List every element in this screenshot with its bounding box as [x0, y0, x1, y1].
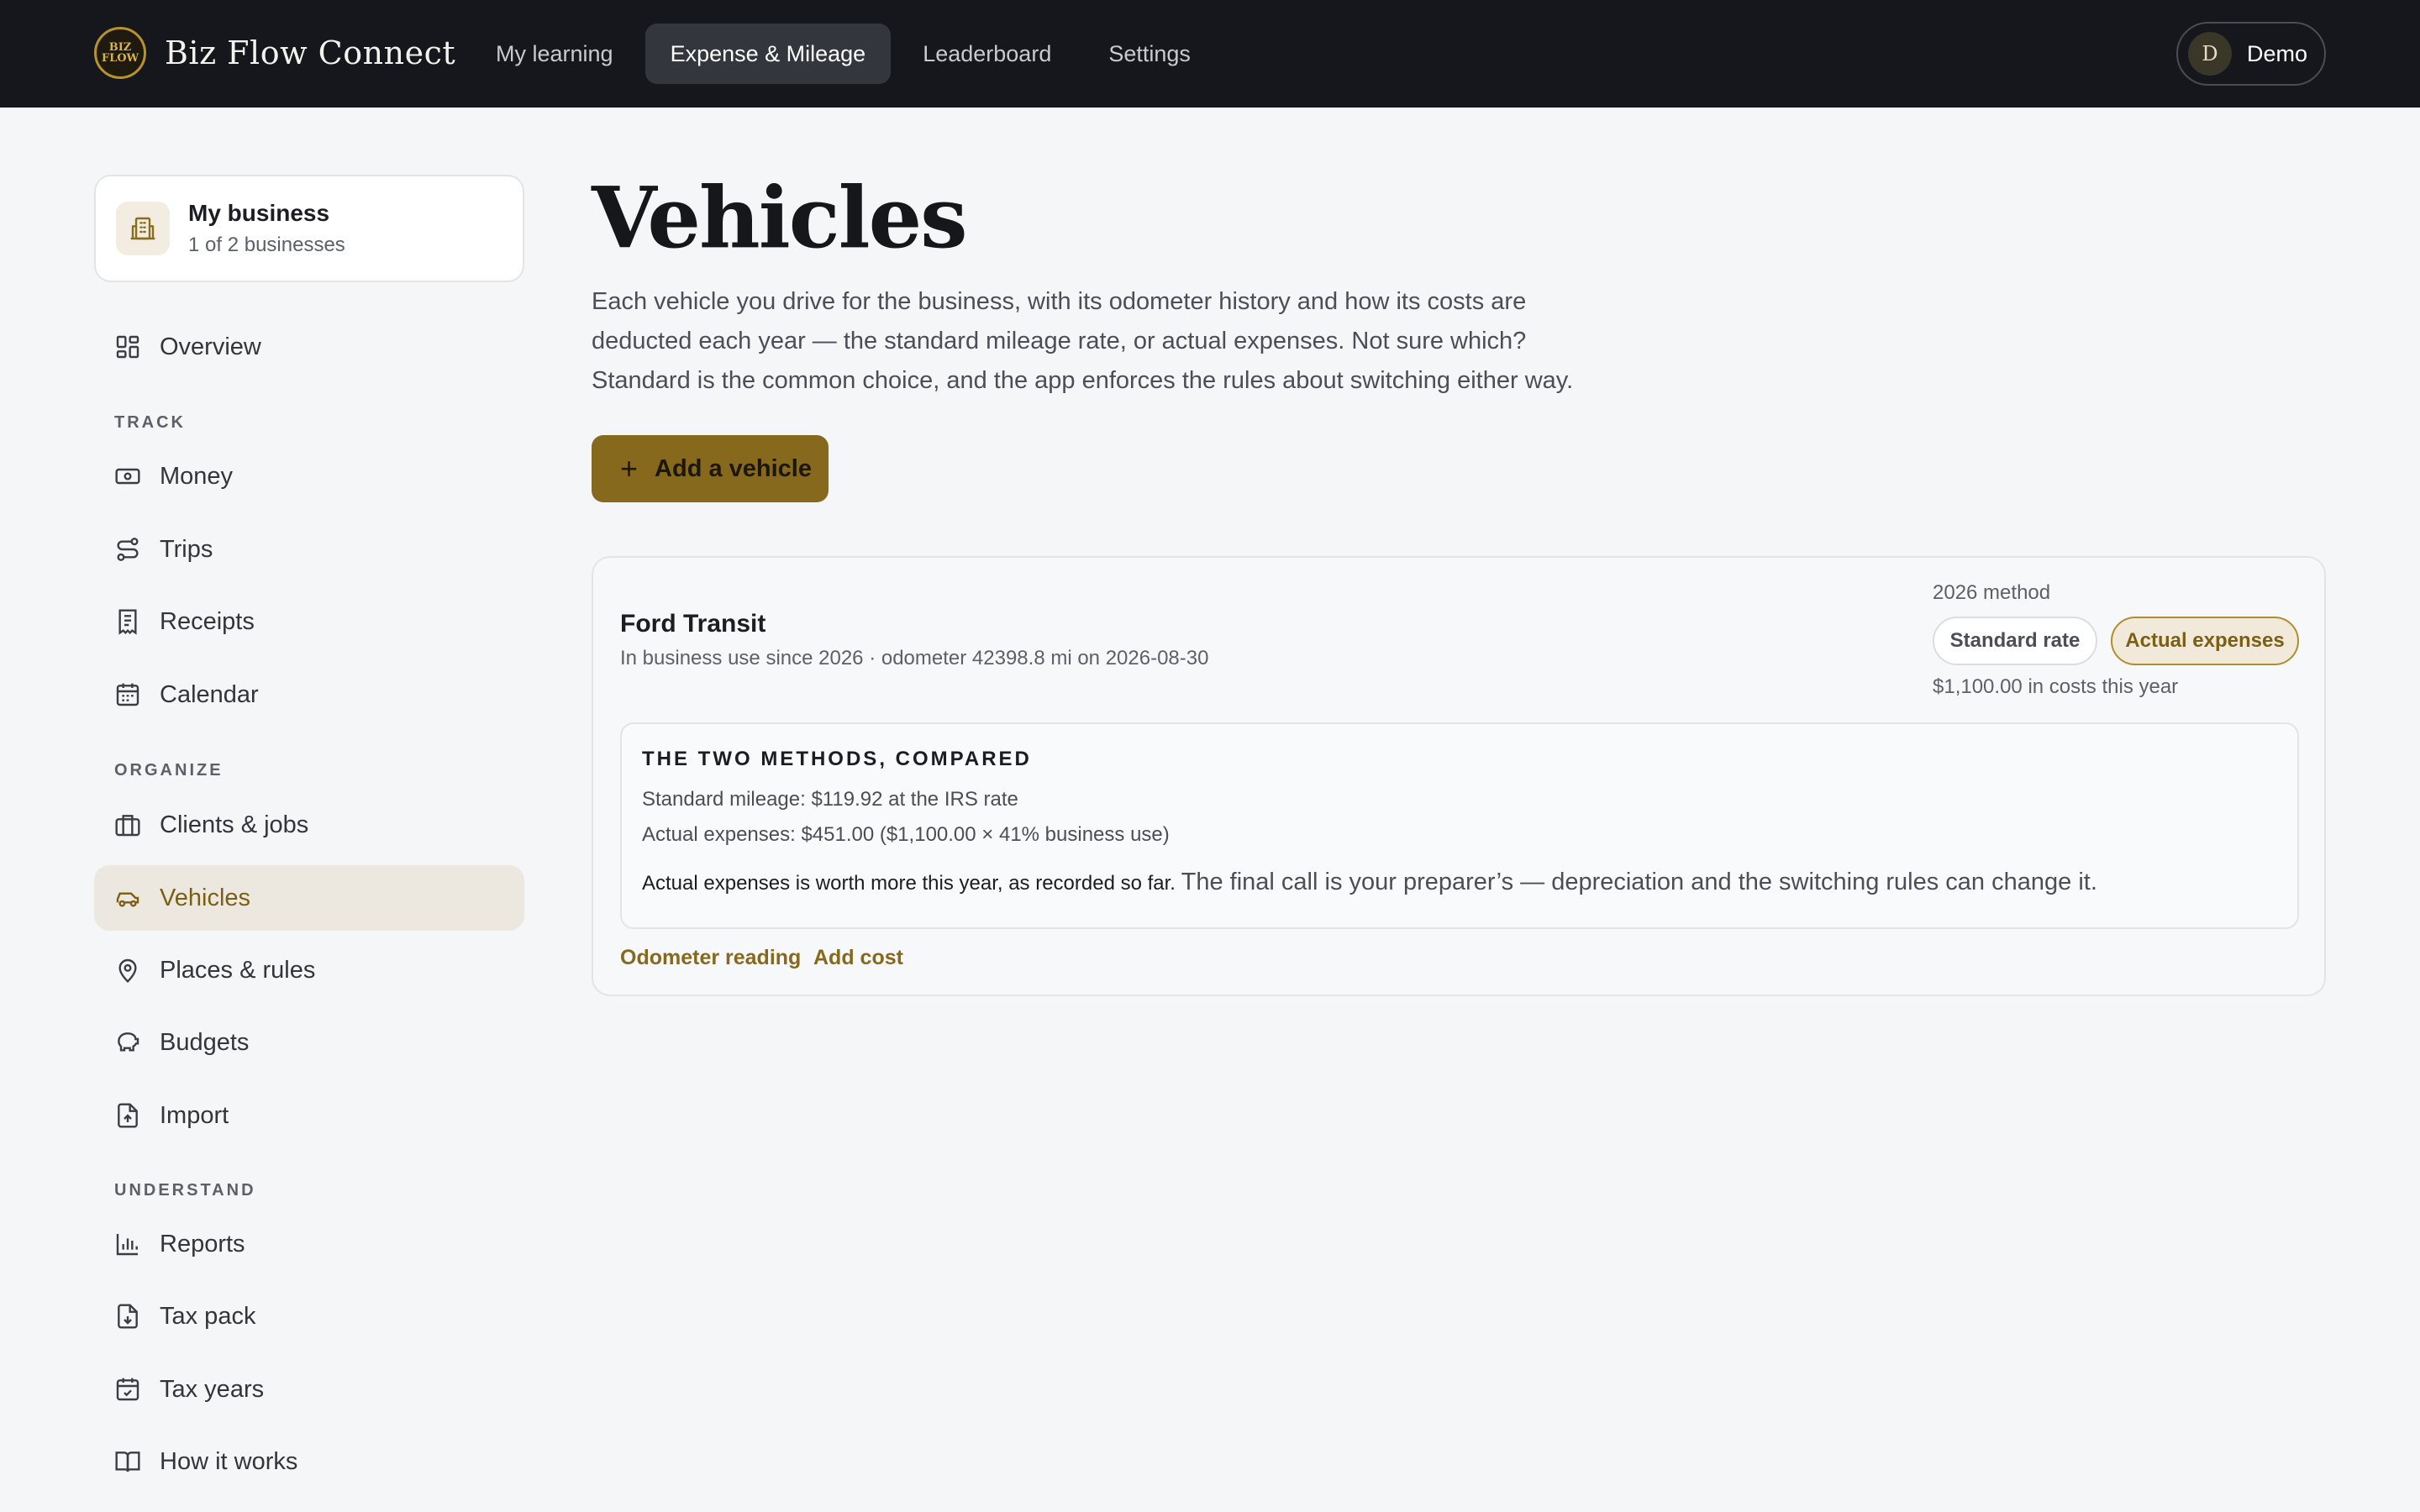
- comparison-verdict: Actual expenses is worth more this year,…: [642, 869, 2097, 896]
- sidebar-item-label: Overview: [160, 333, 261, 360]
- main-nav: My learning Expense & Mileage Leaderboar…: [471, 24, 1216, 84]
- business-count: 1 of 2 businesses: [188, 234, 345, 256]
- business-name: My business: [188, 200, 330, 226]
- sidebar-item-money[interactable]: Money: [94, 444, 524, 509]
- costs-this-year: $1,100.00 in costs this year: [1933, 675, 2179, 698]
- sidebar-item-label: Calendar: [160, 680, 259, 708]
- brand-name: Biz Flow Connect: [165, 34, 456, 71]
- sidebar-item-places[interactable]: Places & rules: [94, 937, 524, 1003]
- file-download-icon: [118, 1304, 138, 1329]
- standard-mileage-line: Standard mileage: $119.92 at the IRS rat…: [642, 788, 1018, 811]
- sidebar-item-label: Clients & jobs: [160, 811, 309, 838]
- sidebar-item-label: Budgets: [160, 1028, 250, 1056]
- sidebar-item-clients[interactable]: Clients & jobs: [94, 792, 524, 858]
- sidebar-item-label: Money: [160, 462, 234, 490]
- sidebar-section-track: TRACK: [114, 413, 186, 432]
- file-upload-icon: [118, 1103, 138, 1128]
- sidebar-item-import[interactable]: Import: [94, 1083, 524, 1148]
- book-open-icon: [115, 1452, 140, 1473]
- sidebar-item-budgets[interactable]: Budgets: [94, 1010, 524, 1075]
- sidebar-section-organize: ORGANIZE: [114, 761, 224, 780]
- receipt-icon: [118, 609, 137, 635]
- brand-logo-icon: BIZ FLOW: [94, 27, 146, 79]
- vehicle-name: Ford Transit: [620, 610, 766, 638]
- nav-my-learning[interactable]: My learning: [471, 24, 639, 84]
- verdict-summary: Actual expenses is worth more this year,…: [642, 872, 1176, 895]
- add-vehicle-label: Add a vehicle: [655, 454, 812, 482]
- user-menu-button[interactable]: D Demo: [2176, 22, 2326, 86]
- car-icon: [116, 892, 139, 907]
- page-title: Vehicles: [592, 168, 968, 267]
- sidebar-item-label: Trips: [160, 535, 213, 563]
- nav-settings[interactable]: Settings: [1083, 24, 1216, 84]
- banknote-icon: [115, 468, 140, 485]
- comparison-heading: THE TWO METHODS, COMPARED: [642, 748, 1032, 770]
- sidebar-item-vehicles[interactable]: Vehicles: [94, 865, 524, 931]
- sidebar-item-label: Import: [160, 1101, 229, 1129]
- sidebar-item-label: Vehicles: [160, 884, 251, 911]
- sidebar-item-how-it-works[interactable]: How it works: [94, 1429, 524, 1494]
- briefcase-icon: [115, 815, 140, 837]
- sidebar-item-label: Reports: [160, 1230, 245, 1257]
- top-bar: BIZ FLOW Biz Flow Connect My learning Ex…: [0, 0, 2420, 108]
- vehicle-card: Ford Transit In business use since 2026 …: [592, 556, 2326, 996]
- odometer-reading-link[interactable]: Odometer reading: [620, 946, 801, 970]
- sidebar-item-receipts[interactable]: Receipts: [94, 589, 524, 654]
- sidebar-item-tax-years[interactable]: Tax years: [94, 1357, 524, 1422]
- standard-rate-toggle[interactable]: Standard rate: [1933, 617, 2097, 665]
- business-switcher[interactable]: My business 1 of 2 businesses: [94, 175, 524, 282]
- map-pin-icon: [118, 958, 137, 983]
- method-year-label: 2026 method: [1933, 581, 2051, 604]
- actual-expenses-line: Actual expenses: $451.00 ($1,100.00 × 41…: [642, 823, 1170, 846]
- sidebar-item-tax-pack[interactable]: Tax pack: [94, 1284, 524, 1349]
- calendar-check-icon: [116, 1378, 139, 1401]
- building-icon: [116, 202, 170, 255]
- nav-expense-mileage[interactable]: Expense & Mileage: [644, 24, 892, 84]
- add-cost-link[interactable]: Add cost: [813, 946, 903, 970]
- avatar: D: [2188, 32, 2232, 76]
- grid-icon: [116, 335, 139, 359]
- sidebar-item-trips[interactable]: Trips: [94, 517, 524, 582]
- sidebar-item-calendar[interactable]: Calendar: [94, 662, 524, 727]
- brand[interactable]: BIZ FLOW Biz Flow Connect: [94, 27, 455, 79]
- piggy-bank-icon: [118, 1032, 139, 1052]
- vehicle-meta: In business use since 2026 · odometer 42…: [620, 647, 1209, 669]
- sidebar-item-label: Receipts: [160, 607, 255, 635]
- verdict-note: The final call is your preparer’s — depr…: [1181, 869, 2097, 895]
- add-vehicle-button[interactable]: + Add a vehicle: [592, 435, 829, 502]
- methods-comparison: THE TWO METHODS, COMPARED Standard milea…: [620, 722, 2299, 929]
- route-icon: [117, 538, 139, 561]
- sidebar-section-understand: UNDERSTAND: [114, 1181, 256, 1200]
- sidebar-item-overview[interactable]: Overview: [94, 314, 524, 380]
- plus-icon: +: [620, 451, 639, 486]
- nav-leaderboard[interactable]: Leaderboard: [897, 24, 1076, 84]
- user-name: Demo: [2247, 40, 2308, 66]
- page-intro: Each vehicle you drive for the business,…: [592, 288, 1574, 394]
- sidebar-item-reports[interactable]: Reports: [94, 1211, 524, 1277]
- bar-chart-icon: [116, 1234, 138, 1256]
- sidebar-item-label: Tax pack: [160, 1302, 256, 1330]
- sidebar-item-label: How it works: [160, 1447, 298, 1475]
- sidebar-item-label: Tax years: [160, 1375, 265, 1403]
- actual-expenses-toggle[interactable]: Actual expenses: [2111, 617, 2299, 665]
- sidebar-item-label: Places & rules: [160, 956, 316, 984]
- calendar-icon: [116, 683, 139, 706]
